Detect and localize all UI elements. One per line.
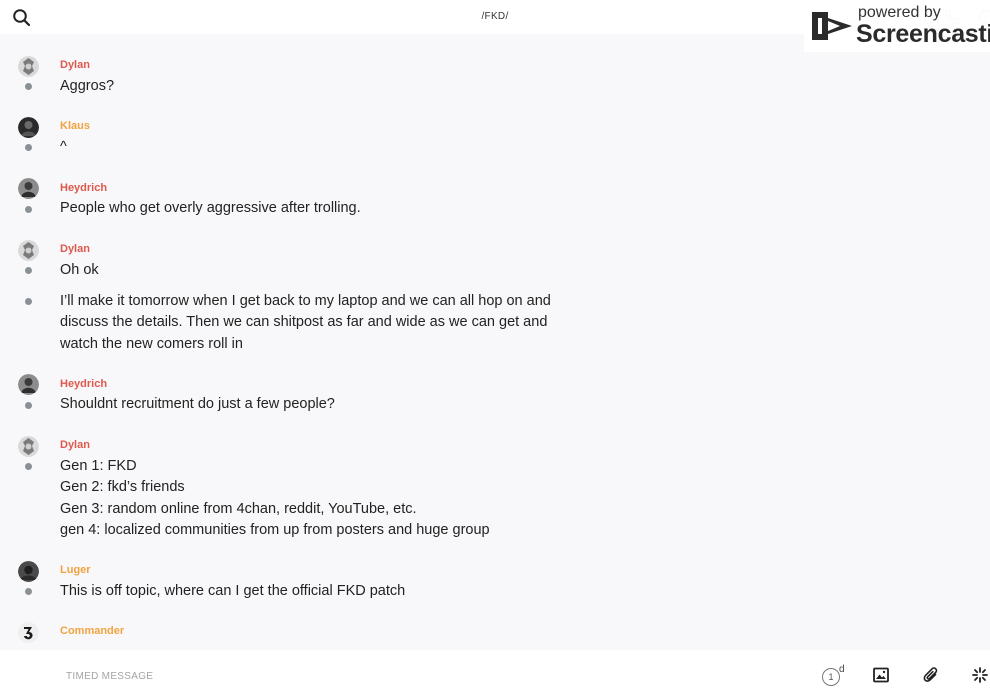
- message-status-dot: [25, 463, 32, 470]
- avatar-klaus[interactable]: [18, 117, 39, 138]
- message-text: This is off topic, where can I get the o…: [60, 583, 406, 599]
- avatar-heydrich[interactable]: [18, 374, 39, 395]
- message-status-dot: [25, 83, 32, 90]
- avatar-luger[interactable]: [18, 561, 39, 582]
- message-sender[interactable]: Klaus: [60, 120, 90, 132]
- timer-value: 1: [822, 668, 840, 686]
- avatar-dylan[interactable]: [18, 56, 39, 77]
- message-status-dot: [25, 144, 32, 151]
- message-text: Aggros?: [60, 78, 115, 94]
- message-text: Oh ok: [60, 262, 99, 278]
- message-sender[interactable]: Dylan: [60, 439, 90, 451]
- message-text: ^: [60, 139, 67, 155]
- message-status-dot: [25, 588, 32, 595]
- message-sender[interactable]: Commander: [60, 625, 124, 637]
- message-list[interactable]: Dylan Aggros? Klaus ^ Heydrich People wh…: [0, 34, 990, 650]
- timed-message-input[interactable]: [66, 667, 766, 685]
- paperclip-icon[interactable]: [923, 666, 939, 684]
- message-status-dot: [25, 206, 32, 213]
- timer-unit: d: [839, 664, 845, 675]
- timer-button[interactable]: 1 d: [822, 664, 848, 688]
- message-status-dot: [25, 267, 32, 274]
- message-text: People who get overly aggressive after t…: [60, 200, 361, 216]
- avatar-heydrich[interactable]: [18, 178, 39, 199]
- message-text: Shouldnt recruitment do just a few peopl…: [60, 396, 335, 412]
- avatar-commander[interactable]: [18, 622, 39, 643]
- message-status-dot: [25, 402, 32, 409]
- composer-bar: 1 d: [0, 650, 990, 700]
- avatar-dylan[interactable]: [18, 436, 39, 457]
- sparkle-icon[interactable]: [972, 667, 988, 683]
- message-sender[interactable]: Dylan: [60, 243, 90, 255]
- message-sender[interactable]: Dylan: [60, 59, 90, 71]
- message-sender[interactable]: Heydrich: [60, 378, 107, 390]
- message-sender[interactable]: Luger: [60, 564, 91, 576]
- image-icon[interactable]: [873, 667, 889, 683]
- message-text: Gen 1: FKD Gen 2: fkd’s friends Gen 3: r…: [60, 458, 490, 538]
- message-sender[interactable]: Heydrich: [60, 182, 107, 194]
- message-status-dot: [25, 298, 32, 305]
- avatar-dylan[interactable]: [18, 240, 39, 261]
- message-text: I’ll make it tomorrow when I get back to…: [60, 293, 551, 352]
